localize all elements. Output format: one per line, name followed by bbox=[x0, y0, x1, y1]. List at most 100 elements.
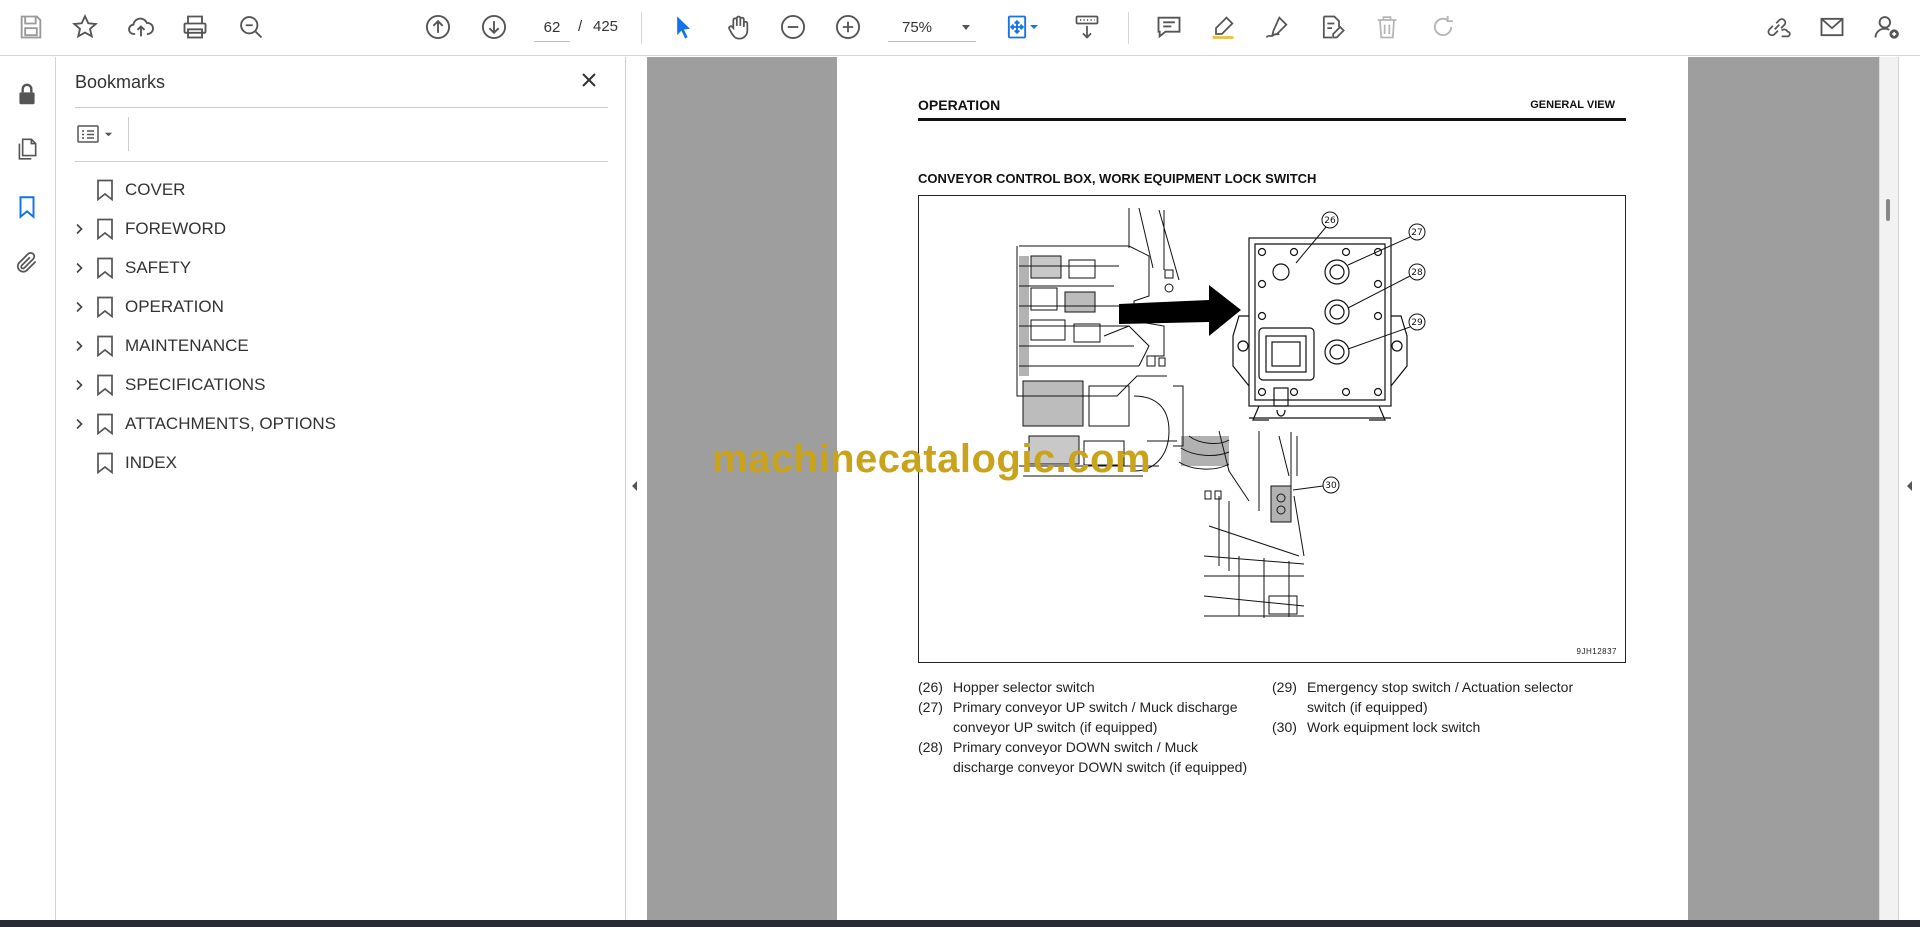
next-page-icon[interactable] bbox=[477, 10, 511, 44]
print-icon[interactable] bbox=[178, 10, 212, 44]
bookmark-item-attachments-options[interactable]: ATTACHMENTS, OPTIONS bbox=[56, 404, 626, 443]
technical-figure: 26 27 28 29 30 9JH12837 bbox=[918, 195, 1626, 663]
email-icon[interactable] bbox=[1815, 10, 1849, 44]
list-options-icon bbox=[77, 125, 99, 143]
bookmark-label: SAFETY bbox=[125, 257, 192, 277]
callout-28: 28 bbox=[1411, 268, 1423, 278]
right-panel-rail bbox=[1898, 57, 1920, 920]
draw-freehand-icon[interactable] bbox=[1260, 10, 1294, 44]
highlight-pen-icon[interactable] bbox=[1206, 10, 1240, 44]
callout-27: 27 bbox=[1411, 228, 1422, 238]
account-icon[interactable] bbox=[1869, 10, 1903, 44]
bookmark-item-specifications[interactable]: SPECIFICATIONS bbox=[56, 365, 626, 404]
collapse-panel-handle[interactable] bbox=[630, 478, 640, 494]
legend-number: (26) bbox=[918, 679, 943, 695]
document-page: OPERATION GENERAL VIEW CONVEYOR CONTROL … bbox=[837, 57, 1688, 920]
close-icon[interactable] bbox=[576, 67, 602, 93]
trash-icon[interactable] bbox=[1370, 10, 1404, 44]
legend-text: Work equipment lock switch bbox=[1307, 719, 1481, 735]
bookmark-item-operation[interactable]: OPERATION bbox=[56, 287, 626, 326]
chevron-down-icon[interactable] bbox=[1026, 10, 1042, 44]
zoom-out-icon[interactable] bbox=[776, 10, 810, 44]
machine-illustration: 26 27 28 29 30 bbox=[1016, 207, 1426, 618]
upload-cloud-icon[interactable] bbox=[124, 10, 158, 44]
divider bbox=[75, 161, 608, 162]
main-toolbar: / 425 75% bbox=[0, 0, 1920, 56]
zoom-select[interactable]: 75% bbox=[888, 14, 976, 42]
zoom-value: 75% bbox=[902, 19, 933, 36]
bookmark-label: INDEX bbox=[125, 452, 177, 472]
figure-code: 9JH12837 bbox=[1576, 647, 1617, 656]
scrollbar-thumb[interactable] bbox=[1886, 199, 1890, 221]
left-navigation-rail bbox=[0, 57, 56, 920]
vertical-scrollbar[interactable] bbox=[1879, 57, 1898, 920]
chevron-right-icon[interactable] bbox=[72, 417, 86, 431]
toolbar-divider bbox=[641, 12, 642, 44]
select-cursor-icon[interactable] bbox=[666, 10, 700, 44]
taskbar-strip bbox=[0, 920, 1920, 927]
page-number-input[interactable] bbox=[534, 14, 570, 42]
scrolling-mode-icon[interactable] bbox=[1070, 10, 1104, 44]
chevron-right-icon[interactable] bbox=[72, 261, 86, 275]
panel-title: Bookmarks bbox=[75, 72, 166, 92]
bookmark-item-foreword[interactable]: FOREWORD bbox=[56, 209, 626, 248]
callout-30: 30 bbox=[1325, 481, 1337, 491]
bookmark-flag-icon bbox=[96, 452, 114, 474]
legend-number: (28) bbox=[918, 739, 943, 755]
bookmark-flag-icon bbox=[96, 335, 114, 357]
legend-number: (30) bbox=[1272, 719, 1297, 735]
share-link-icon[interactable] bbox=[1760, 10, 1794, 44]
legend-number: (27) bbox=[918, 699, 943, 715]
legend-item-30: (30) Work equipment lock switch bbox=[1272, 717, 1632, 737]
hand-tool-icon[interactable] bbox=[721, 10, 755, 44]
bookmark-item-safety[interactable]: SAFETY bbox=[56, 248, 626, 287]
callout-26: 26 bbox=[1324, 216, 1336, 226]
bookmark-icon[interactable] bbox=[10, 190, 44, 224]
bookmark-flag-icon bbox=[96, 218, 114, 240]
edit-pdf-icon[interactable] bbox=[1315, 10, 1349, 44]
callout-29: 29 bbox=[1411, 318, 1423, 328]
bookmark-flag-icon bbox=[96, 179, 114, 201]
search-zoom-icon[interactable] bbox=[234, 10, 268, 44]
bookmark-item-cover[interactable]: COVER bbox=[56, 170, 626, 209]
bookmark-item-index[interactable]: INDEX bbox=[56, 443, 626, 482]
bookmark-item-maintenance[interactable]: MAINTENANCE bbox=[56, 326, 626, 365]
bookmark-label: COVER bbox=[125, 179, 186, 199]
bookmark-label: SPECIFICATIONS bbox=[125, 374, 266, 394]
chevron-right-icon[interactable] bbox=[72, 300, 86, 314]
page-header-section: OPERATION bbox=[918, 97, 1001, 113]
redo-icon[interactable] bbox=[1426, 10, 1460, 44]
lock-icon[interactable] bbox=[10, 77, 44, 111]
bookmark-flag-icon bbox=[96, 257, 114, 279]
bookmark-flag-icon bbox=[96, 374, 114, 396]
page-separator: / bbox=[578, 18, 583, 35]
bookmark-list: COVER FOREWORD SAFETY OPERATION MAINTENA… bbox=[56, 170, 626, 482]
divider bbox=[128, 117, 129, 151]
legend-number: (29) bbox=[1272, 679, 1297, 695]
bookmark-options-button[interactable] bbox=[76, 119, 126, 149]
chevron-down-icon bbox=[962, 25, 970, 30]
chevron-right-icon[interactable] bbox=[72, 378, 86, 392]
legend-text-continued: conveyor UP switch (if equipped) bbox=[953, 719, 1158, 735]
save-icon[interactable] bbox=[14, 10, 48, 44]
previous-page-icon[interactable] bbox=[421, 10, 455, 44]
watermark-text: machinecatalogic.com bbox=[712, 437, 1152, 481]
bookmark-label: FOREWORD bbox=[125, 218, 227, 238]
paperclip-icon[interactable] bbox=[10, 245, 44, 279]
section-title: CONVEYOR CONTROL BOX, WORK EQUIPMENT LOC… bbox=[918, 171, 1317, 186]
page-total: 425 bbox=[593, 18, 619, 35]
bookmark-flag-icon bbox=[96, 296, 114, 318]
expand-right-panel-handle[interactable] bbox=[1905, 478, 1915, 494]
zoom-in-icon[interactable] bbox=[831, 10, 865, 44]
header-rule bbox=[918, 118, 1626, 121]
chevron-down-icon bbox=[104, 132, 113, 136]
bookmark-flag-icon bbox=[96, 413, 114, 435]
chevron-right-icon[interactable] bbox=[72, 222, 86, 236]
comment-icon[interactable] bbox=[1152, 10, 1186, 44]
legend-text-continued: discharge conveyor DOWN switch (if equip… bbox=[953, 759, 1248, 775]
legend-text: Hopper selector switch bbox=[953, 679, 1095, 695]
chevron-right-icon[interactable] bbox=[72, 339, 86, 353]
bookmark-label: OPERATION bbox=[125, 296, 224, 316]
star-icon[interactable] bbox=[68, 10, 102, 44]
page-thumbnails-icon[interactable] bbox=[10, 132, 44, 166]
